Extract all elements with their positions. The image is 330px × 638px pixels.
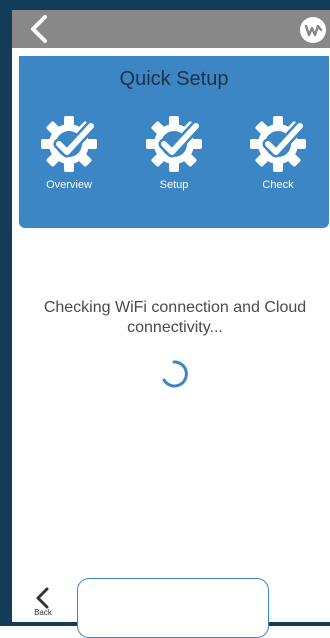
back-button[interactable]: Back [30,586,56,622]
step-label-overview: Overview [46,179,92,191]
brand-logo-icon [300,17,326,43]
chevron-left-icon [36,587,49,609]
gear-check-icon [41,116,97,172]
step-overview: Overview [29,114,109,191]
back-label: Back [34,608,52,617]
loading-spinner-icon [158,358,190,390]
gear-check-icon [146,116,202,172]
step-label-setup: Setup [159,179,189,191]
step-label-check: Check [262,179,294,191]
top-bar [12,10,330,48]
frame-top [0,0,330,10]
panel-title: Quick Setup [119,68,229,90]
quick-setup-panel: Quick Setup Overview Setup Check [19,56,329,228]
primary-action-button[interactable] [77,578,269,638]
step-check: Check [238,114,318,191]
step-setup: Setup [134,114,214,191]
status-message: Checking WiFi connection and Cloud conne… [43,299,307,336]
gear-check-icon [250,116,306,172]
back-chevron-icon[interactable] [24,12,58,46]
frame-left [0,0,12,626]
